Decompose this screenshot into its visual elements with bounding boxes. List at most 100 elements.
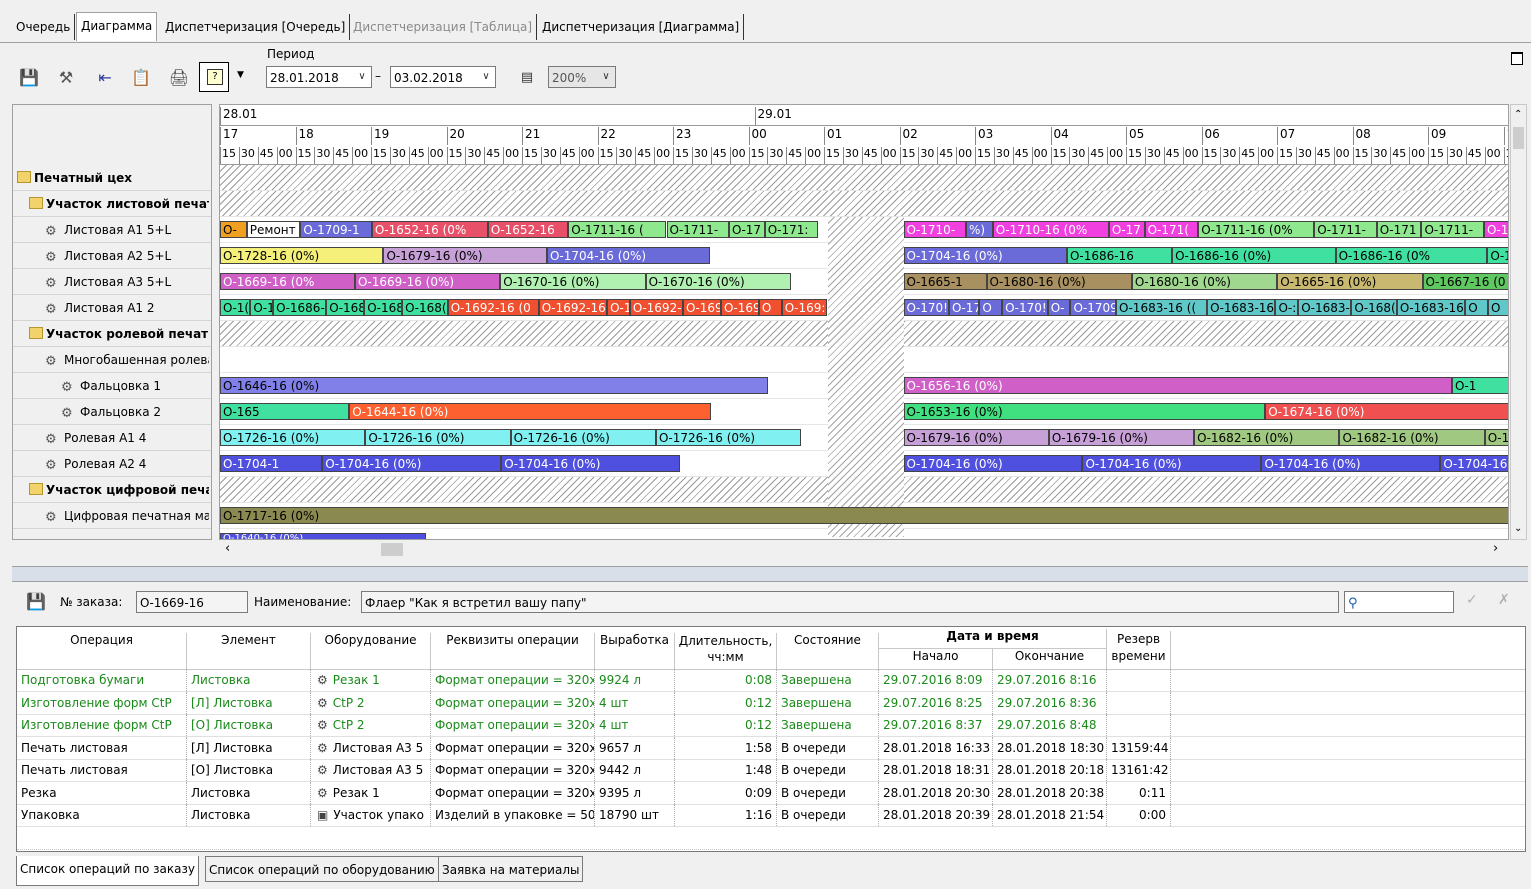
tree-node[interactable]: ⚙ Фальцовка 2: [61, 399, 209, 425]
tree-node[interactable]: Участок листовой печати: [29, 191, 209, 217]
gantt-bar[interactable]: О-1711-: [1421, 221, 1484, 238]
scroll-right-icon[interactable]: ›: [1493, 541, 1498, 556]
gantt-bar[interactable]: О-1726-16 (0%): [365, 429, 511, 446]
gantt-bar[interactable]: О-1665-16 (0%): [1277, 273, 1423, 290]
tab-dispatch-queue[interactable]: Диспетчеризация [Очередь]: [161, 14, 351, 40]
gantt-bar[interactable]: О-1683-: [1298, 299, 1352, 316]
gantt-bar[interactable]: О-1704-16 (0%): [1082, 455, 1262, 472]
tree-node[interactable]: Участок ролевой печати: [29, 321, 209, 347]
gantt-bar[interactable]: О-17: [949, 299, 980, 316]
gantt-bar[interactable]: О-1680-16 (0%): [986, 273, 1132, 290]
clipboard-icon[interactable]: 📋: [128, 64, 154, 90]
gantt-bar[interactable]: О-1704-1: [220, 455, 323, 472]
gantt-bar[interactable]: О-1704-16 (0%): [903, 247, 1067, 264]
chevron-down-icon[interactable]: ∨: [597, 67, 615, 87]
gantt-bar[interactable]: О-1669-16 (0%: [220, 273, 355, 290]
chevron-down-icon[interactable]: ∨: [353, 67, 371, 87]
zoom-select[interactable]: 200% ∨: [548, 66, 616, 88]
save-icon[interactable]: 💾: [26, 592, 46, 611]
gantt-bar[interactable]: О-1646-16 (0%): [220, 377, 769, 394]
gantt-bar[interactable]: О-171: [1376, 221, 1422, 238]
gantt-bar[interactable]: О-1679-16 (0%): [903, 429, 1049, 446]
resource-tree[interactable]: Печатный цех Участок листовой печати ⚙ Лист…: [12, 104, 212, 540]
gantt-bar[interactable]: О-1711-: [666, 221, 729, 238]
gantt-bar[interactable]: О-1686-16 (0%): [1172, 247, 1336, 264]
gantt-bar[interactable]: О-1726-16 (0%): [220, 429, 366, 446]
tree-node[interactable]: ⚙ Многобашенная ролевая: [45, 347, 209, 373]
gantt-bar[interactable]: О-171(: [1144, 221, 1199, 238]
col-duration[interactable]: Длительность, чч:мм: [675, 633, 777, 669]
table-row[interactable]: Печать листовая [Л] Листовка ⚙ Листовая А3 …: [17, 736, 1525, 760]
tab-dispatch-table[interactable]: Диспетчеризация [Таблица]: [349, 14, 538, 40]
gantt-bar[interactable]: О-1692-16: [538, 299, 608, 316]
gantt-bar[interactable]: О-1679-16 (0%): [383, 247, 547, 264]
tab-ops-by-equipment[interactable]: Список операций по оборудованию: [205, 856, 439, 882]
col-element[interactable]: Элемент: [187, 633, 311, 669]
col-props[interactable]: Реквизиты операции: [431, 633, 595, 669]
gantt-bar[interactable]: О-1: [250, 299, 274, 316]
gantt-bar[interactable]: О-1709-1: [300, 221, 372, 238]
table-row[interactable]: Изготовление форм CtP [Л] Листовка ⚙ CtP 2 Ф…: [17, 691, 1525, 715]
gantt-bar[interactable]: О-168: [326, 299, 365, 316]
gantt-bar[interactable]: О-1644-16 (0%): [349, 403, 711, 420]
zoom-icon[interactable]: ▤: [515, 66, 539, 88]
gantt-bar[interactable]: О-1692-: [629, 299, 684, 316]
gantt-bar[interactable]: О-1692-16 (0: [447, 299, 539, 316]
gantt-bar[interactable]: О-170!: [903, 299, 950, 316]
tab-dispatch-diagram[interactable]: Диспетчеризация [Диаграмма]: [538, 14, 745, 40]
gantt-bar[interactable]: О-:: [1275, 299, 1299, 316]
gantt-bar[interactable]: О-1711-16 (0%: [1198, 221, 1315, 238]
tree-node[interactable]: ⚙ Фальцовка 1: [61, 373, 209, 399]
gantt-bar[interactable]: О-1652-16: [487, 221, 569, 238]
gantt-bar[interactable]: О-1686-: [273, 299, 327, 316]
panel-splitter[interactable]: [12, 566, 1528, 582]
gantt-bar[interactable]: О-1669-16 (0%): [354, 273, 501, 290]
clear-filter-icon[interactable]: ✗: [1498, 592, 1510, 608]
table-row[interactable]: Печать листовая [О] Листовка ⚙ Листовая А3 …: [17, 759, 1525, 782]
gantt-bar[interactable]: О: [758, 299, 782, 316]
gantt-chart[interactable]: 28.01 29.01 17 15 30 45 00 18 15 30 45 00 19 15 30 45 00…: [219, 104, 1509, 540]
scroll-down-icon[interactable]: ⌄: [1514, 523, 1522, 534]
print-icon[interactable]: 🖨: [166, 64, 192, 90]
search-input[interactable]: ⚲: [1344, 591, 1454, 613]
gantt-bar[interactable]: О-17: [1108, 221, 1145, 238]
gantt-bar[interactable]: Ремонт: [246, 221, 301, 238]
chevron-down-icon[interactable]: ∨: [477, 67, 495, 87]
gantt-bar[interactable]: О-1704-16 (0%): [546, 247, 711, 264]
gantt-bar[interactable]: О-1726-16 (0%): [510, 429, 656, 446]
col-equipment[interactable]: Оборудование: [311, 633, 431, 669]
gantt-bar[interactable]: О-1680-16 (0%): [1131, 273, 1278, 290]
gantt-bar[interactable]: О-1704-16 (0%): [903, 455, 1083, 472]
gantt-bar[interactable]: О-168: [364, 299, 403, 316]
tree-node[interactable]: Участок цифровой печати: [29, 477, 209, 503]
gantt-bar[interactable]: О-168(: [1351, 299, 1397, 316]
gantt-bar[interactable]: О-1: [607, 299, 630, 316]
gantt-bar[interactable]: О-1683-16: [1207, 299, 1276, 316]
gantt-bar[interactable]: О-1711-16 (: [568, 221, 667, 238]
gantt-bar[interactable]: О-1704-16 (0%): [1261, 455, 1441, 472]
gantt-bar[interactable]: О-1674-16 (0%): [1265, 403, 1508, 420]
gantt-bar[interactable]: О-1667-16 (0: [1422, 273, 1508, 290]
save-icon[interactable]: 💾: [16, 64, 42, 90]
gantt-hscrollbar[interactable]: ‹ ›: [219, 541, 1509, 558]
gantt-bar[interactable]: О-1670-16 (0%): [500, 273, 646, 290]
col-state[interactable]: Состояние: [777, 633, 879, 669]
gantt-bar[interactable]: О-1710-16 (0%: [992, 221, 1109, 238]
tools-icon[interactable]: ⚒: [53, 64, 79, 90]
tree-node[interactable]: ⚙ Листовая А1 2: [45, 295, 209, 321]
filter-icon[interactable]: ✓: [1466, 592, 1478, 608]
gantt-bar[interactable]: О: [1487, 299, 1508, 316]
gantt-bar[interactable]: О-169: [683, 299, 721, 316]
gantt-bar[interactable]: О-171:: [764, 221, 819, 238]
gantt-bar[interactable]: О-169:: [781, 299, 828, 316]
table-row[interactable]: Резка Листовка ⚙ Резак 1 Формат операции = 3…: [17, 781, 1525, 805]
date-from-field[interactable]: 28.01.2018 ∨: [266, 66, 372, 88]
gantt-bar[interactable]: О-1709: [1070, 299, 1117, 316]
gantt-bar[interactable]: О-1653-16 (0%): [903, 403, 1266, 420]
order-name-field[interactable]: Флаер "Как я встретил вашу папу": [361, 591, 1339, 613]
tree-node[interactable]: ⚙ Ролевая А2 4: [45, 451, 209, 477]
table-row[interactable]: Изготовление форм CtP [О] Листовка ⚙ CtP 2 Ф…: [17, 714, 1525, 737]
scroll-left-icon[interactable]: ‹: [225, 541, 230, 556]
gantt-bar[interactable]: О-17: [729, 221, 765, 238]
gantt-bar[interactable]: О-1640-16 (0%): [220, 533, 426, 539]
